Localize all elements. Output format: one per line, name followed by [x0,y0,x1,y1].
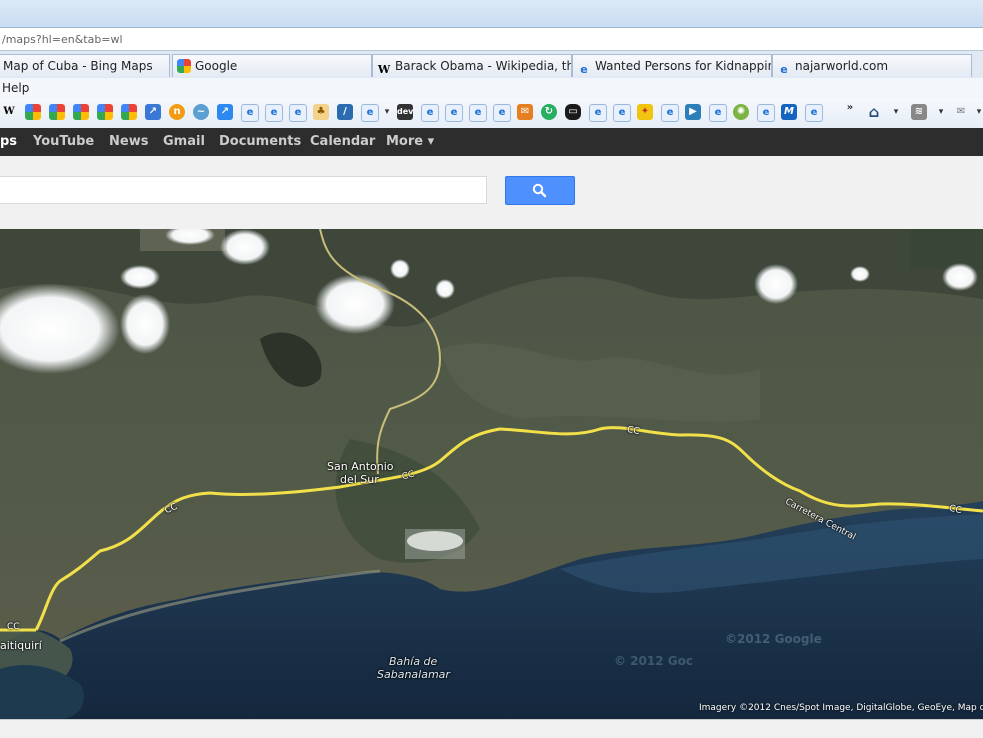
google-icon[interactable] [49,104,65,120]
dropdown-arrow-icon[interactable]: ▾ [933,104,949,120]
tab-najarworld[interactable]: e najarworld.com [772,54,972,77]
ie-page-icon[interactable]: e [289,104,307,122]
place-label-del-sur[interactable]: del Sur [340,473,379,486]
google-bar: ps YouTube News Gmail Documents Calendar… [0,128,983,156]
place-label-bahia[interactable]: Bahía de [389,655,437,668]
bookmark-icon[interactable]: ↗ [145,104,161,120]
google-icon[interactable] [25,104,41,120]
google-icon[interactable] [97,104,113,120]
satellite-map[interactable]: CC CC CC CC CC Carretera Central San Ant… [0,229,983,719]
ie-page-icon: e [580,63,588,76]
search-icon [532,183,547,198]
dropdown-arrow-icon[interactable]: ▾ [971,104,983,120]
gbar-news[interactable]: News [109,134,148,149]
gbar-maps[interactable]: ps [0,134,17,149]
gbar-documents[interactable]: Documents [219,134,301,149]
ie-page-icon[interactable]: e [613,104,631,122]
watermark-google: © 2012 Goc [614,654,693,668]
menu-help[interactable]: Help [2,81,29,95]
search-area [0,156,983,230]
menu-bar: Help [0,78,983,98]
tab-label: Wanted Persons for Kidnapping [595,59,772,73]
satellite-imagery [0,229,983,719]
tab-wanted-persons[interactable]: e Wanted Persons for Kidnapping [572,54,772,77]
bookmark-icon[interactable]: n [169,104,185,120]
ie-page-icon[interactable]: e [493,104,511,122]
wikipedia-icon[interactable]: W [1,104,17,120]
place-label-sabanalamar[interactable]: Sabanalamar [377,668,450,681]
tab-google[interactable]: Google [172,54,372,77]
status-bar [0,719,983,738]
map-attribution: Imagery ©2012 Cnes/Spot Image, DigitalGl… [699,703,983,713]
ie-page-icon[interactable]: e [445,104,463,122]
tab-bing-maps[interactable]: Map of Cuba - Bing Maps [0,54,170,77]
ie-page-icon[interactable]: e [469,104,487,122]
tab-label: najarworld.com [795,59,889,73]
gbar-gmail[interactable]: Gmail [163,134,205,149]
google-icon [177,59,191,73]
google-icon[interactable] [73,104,89,120]
ie-page-icon[interactable]: e [589,104,607,122]
favorites-bar: W ↗ n ~ ↗ e e e ♣ / e ▾ dev e e e e ✉ ↻ … [0,98,983,129]
tab-label: Google [195,59,238,73]
address-bar[interactable]: /maps?hl=en&tab=wl [0,27,983,51]
wikipedia-icon: W [377,63,391,76]
gbar-more[interactable]: More ▾ [386,134,434,149]
address-url[interactable]: /maps?hl=en&tab=wl [2,33,123,46]
bookmark-icon[interactable]: ▶ [685,104,701,120]
search-input[interactable] [0,176,487,204]
gbar-youtube[interactable]: YouTube [33,134,94,149]
dropdown-arrow-icon[interactable]: ▾ [379,104,395,120]
mail-icon[interactable]: ✉ [953,104,969,120]
rss-feed-icon[interactable]: ≋ [911,104,927,120]
road-label-cc: CC [7,622,20,632]
gbar-calendar[interactable]: Calendar [310,134,375,149]
ie-page-icon[interactable]: e [421,104,439,122]
bookmark-icon[interactable]: ▭ [565,104,581,120]
ie-page-icon[interactable]: e [805,104,823,122]
ie-page-icon: e [780,63,788,76]
bookmark-icon[interactable]: M [781,104,797,120]
tab-label: Map of Cuba - Bing Maps [3,59,153,73]
ie-page-icon[interactable]: e [709,104,727,122]
tab-wikipedia[interactable]: W Barack Obama - Wikipedia, th... [372,54,572,77]
bookmark-icon[interactable]: / [337,104,353,120]
bookmark-icon[interactable]: ~ [193,104,209,120]
bookmark-icon[interactable]: ↗ [217,104,233,120]
place-label-left-town[interactable]: aitiquirí [0,639,42,652]
mail-icon[interactable]: ✉ [517,104,533,120]
google-icon[interactable] [121,104,137,120]
chevron-more-icon[interactable]: » [842,100,858,116]
home-icon[interactable]: ⌂ [866,104,882,120]
ie-page-icon[interactable]: e [361,104,379,122]
refresh-icon[interactable]: ↻ [541,104,557,120]
road-label-cc: CC [626,424,641,438]
ie-page-icon[interactable]: e [241,104,259,122]
search-button[interactable] [505,176,575,205]
ie-page-icon[interactable]: e [757,104,775,122]
window-titlebar [0,0,983,27]
bookmark-icon[interactable]: ♣ [313,104,329,120]
bookmark-icon[interactable]: ✺ [733,104,749,120]
ie-page-icon[interactable]: e [661,104,679,122]
bookmark-icon[interactable]: dev [397,104,413,120]
dropdown-arrow-icon[interactable]: ▾ [888,104,904,120]
ie-page-icon[interactable]: e [265,104,283,122]
tab-label: Barack Obama - Wikipedia, th... [395,59,572,73]
tab-strip: Map of Cuba - Bing Maps Google W Barack O… [0,51,983,79]
bookmark-icon[interactable]: ✦ [637,104,653,120]
place-label-san-antonio[interactable]: San Antonio [327,460,394,473]
watermark-google: ©2012 Google [725,632,822,646]
